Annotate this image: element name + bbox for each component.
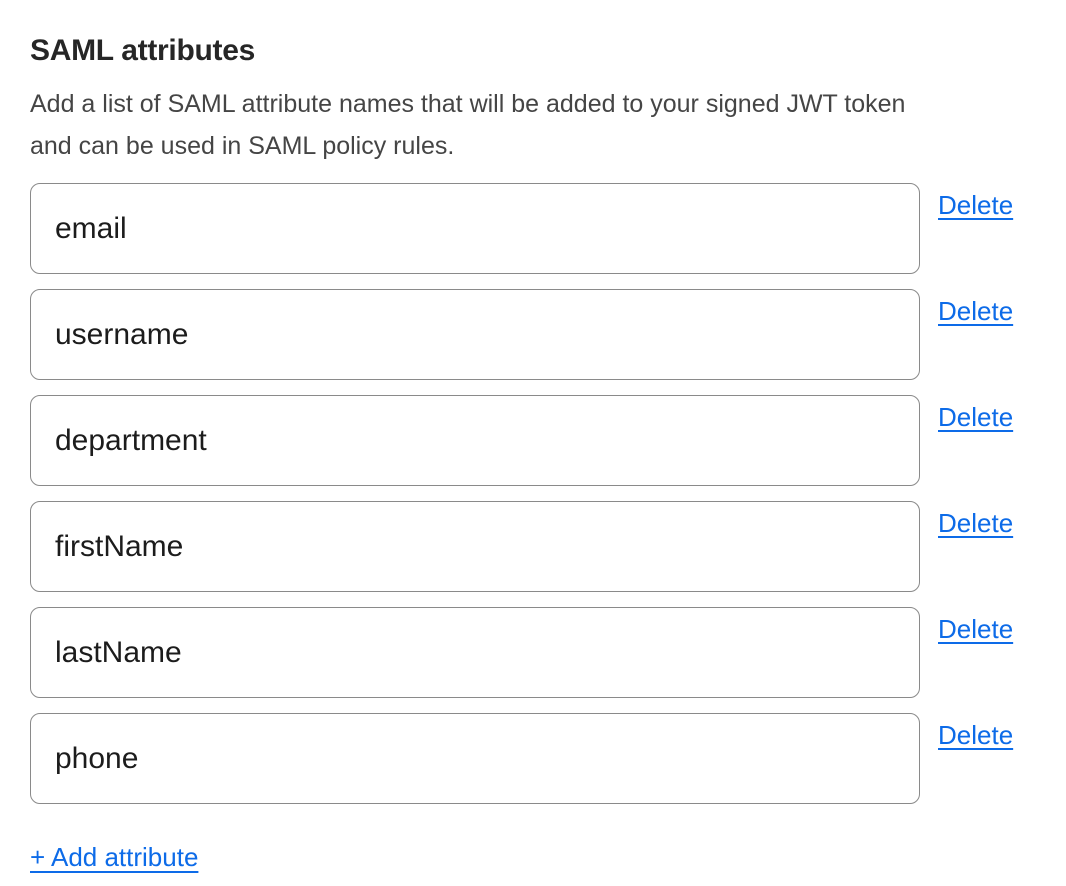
- attribute-row: Delete: [30, 713, 1036, 804]
- delete-attribute-link[interactable]: Delete: [938, 189, 1013, 221]
- page-description: Add a list of SAML attribute names that …: [30, 83, 1036, 167]
- delete-attribute-link[interactable]: Delete: [938, 507, 1013, 539]
- attribute-name-input[interactable]: [30, 607, 920, 698]
- add-attribute-link[interactable]: + Add attribute: [30, 841, 198, 873]
- attribute-row: Delete: [30, 501, 1036, 592]
- delete-attribute-link[interactable]: Delete: [938, 401, 1013, 433]
- attribute-row: Delete: [30, 607, 1036, 698]
- attribute-name-input[interactable]: [30, 501, 920, 592]
- saml-attributes-panel: SAML attributes Add a list of SAML attri…: [0, 0, 1066, 886]
- attribute-row: Delete: [30, 289, 1036, 380]
- page-title: SAML attributes: [30, 32, 1036, 70]
- attribute-name-input[interactable]: [30, 289, 920, 380]
- attribute-name-input[interactable]: [30, 713, 920, 804]
- description-line-2: and can be used in SAML policy rules.: [30, 132, 454, 160]
- delete-attribute-link[interactable]: Delete: [938, 719, 1013, 751]
- description-line-1: Add a list of SAML attribute names that …: [30, 90, 905, 118]
- attribute-name-input[interactable]: [30, 395, 920, 486]
- attribute-row: Delete: [30, 183, 1036, 274]
- attribute-list: Delete Delete Delete Delete Delete: [30, 183, 1036, 804]
- delete-attribute-link[interactable]: Delete: [938, 613, 1013, 645]
- attribute-name-input[interactable]: [30, 183, 920, 274]
- attribute-row: Delete: [30, 395, 1036, 486]
- delete-attribute-link[interactable]: Delete: [938, 295, 1013, 327]
